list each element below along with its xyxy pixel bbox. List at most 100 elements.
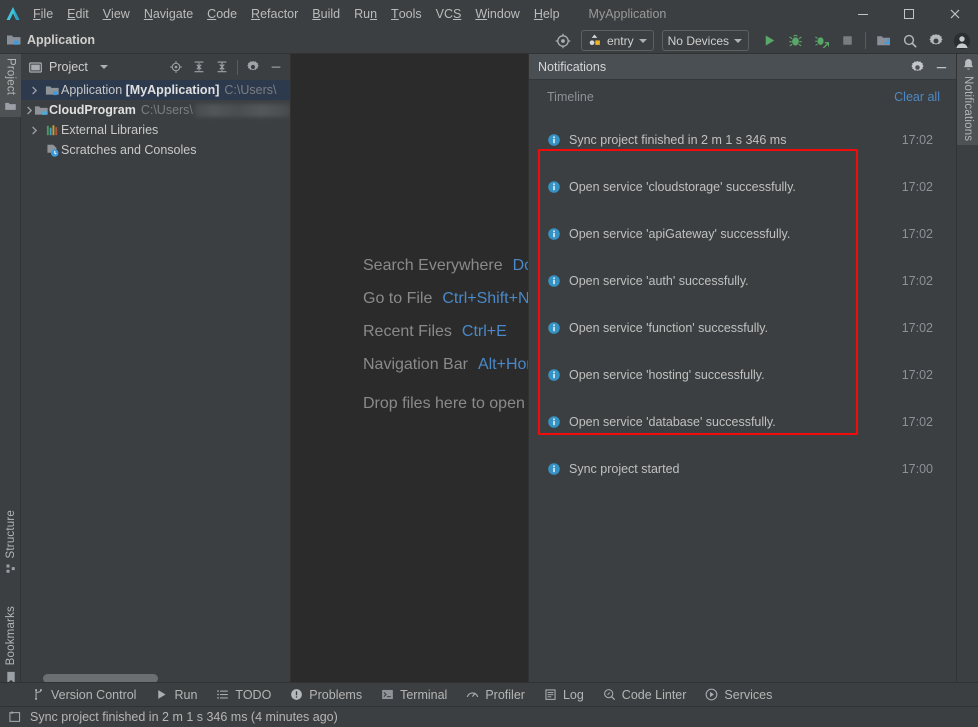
collapse-all-icon[interactable] bbox=[211, 56, 233, 78]
project-panel-title: Project bbox=[49, 60, 88, 74]
notification-text: Open service 'cloudstorage' successfully… bbox=[569, 180, 796, 194]
bottom-tab-label: Code Linter bbox=[621, 687, 687, 702]
notifications-list: Sync project finished in 2 m 1 s 346 ms 1… bbox=[529, 84, 956, 687]
notification-item[interactable]: Open service 'hosting' successfully. 17:0… bbox=[529, 364, 957, 386]
project-tree[interactable]: Application [MyApplication] C:\Users\ Clou… bbox=[21, 80, 290, 687]
chevron-right-icon[interactable] bbox=[25, 86, 43, 95]
menu-refactor[interactable]: Refactor bbox=[244, 0, 305, 27]
editor-hint-row: Search Everywhere Double Shift bbox=[363, 249, 528, 282]
run-icon[interactable] bbox=[757, 29, 781, 53]
bottom-tab-profiler[interactable]: Profiler bbox=[458, 684, 533, 706]
hide-panel-icon[interactable] bbox=[265, 56, 287, 78]
services-icon bbox=[705, 688, 718, 701]
notification-item[interactable]: Open service 'cloudstorage' successfully… bbox=[529, 176, 957, 198]
notification-item[interactable]: Open service 'auth' successfully. 17:02 bbox=[529, 270, 957, 292]
info-icon bbox=[547, 133, 569, 147]
chevron-right-icon[interactable] bbox=[25, 126, 43, 135]
code-linter-icon bbox=[603, 688, 616, 701]
editor-hint-row: Navigation Bar Alt+Home bbox=[363, 348, 528, 381]
bottom-tab-code-linter[interactable]: Code Linter bbox=[595, 684, 695, 706]
chevron-down-icon bbox=[638, 38, 647, 43]
menu-tools[interactable]: Tools bbox=[384, 0, 429, 27]
notification-item[interactable]: Open service 'function' successfully. 17:… bbox=[529, 317, 957, 339]
close-button[interactable] bbox=[932, 0, 978, 27]
menu-window[interactable]: Window bbox=[468, 0, 526, 27]
editor-hint-label: Search Everywhere bbox=[363, 256, 503, 274]
sidebar-item-notifications-label: Notifications bbox=[962, 76, 974, 142]
bottom-tab-terminal[interactable]: Terminal bbox=[373, 684, 455, 706]
device-selector[interactable]: No Devices bbox=[661, 30, 749, 51]
module-folder-icon bbox=[7, 35, 21, 45]
notification-item[interactable]: Sync project started 17:00 bbox=[529, 458, 957, 480]
menu-view[interactable]: View bbox=[96, 0, 137, 27]
locate-icon[interactable] bbox=[165, 56, 187, 78]
sidebar-item-project[interactable]: Project bbox=[0, 54, 21, 118]
toolbar-actions: entry No Devices bbox=[551, 27, 974, 54]
bottom-tab-services[interactable]: Services bbox=[697, 684, 780, 706]
log-icon bbox=[544, 688, 557, 701]
account-avatar-icon[interactable] bbox=[950, 29, 974, 53]
tree-node[interactable]: External Libraries bbox=[21, 120, 290, 140]
bottom-tab-problems[interactable]: Problems bbox=[282, 684, 370, 706]
terminal-icon bbox=[381, 688, 394, 701]
sidebar-item-structure[interactable]: Structure bbox=[0, 506, 21, 579]
hide-panel-icon[interactable] bbox=[930, 56, 952, 78]
gear-icon[interactable] bbox=[242, 56, 264, 78]
editor-hints: Search Everywhere Double Shift Go to File C… bbox=[363, 249, 528, 420]
editor-hint-row: Go to File Ctrl+Shift+N bbox=[363, 282, 528, 315]
notification-text: Sync project started bbox=[569, 462, 680, 476]
menu-navigate[interactable]: Navigate bbox=[137, 0, 200, 27]
search-icon[interactable] bbox=[898, 29, 922, 53]
menu-code[interactable]: Code bbox=[200, 0, 244, 27]
event-log-icon[interactable] bbox=[8, 710, 22, 724]
notification-item[interactable]: Sync project finished in 2 m 1 s 346 ms 1… bbox=[529, 129, 957, 151]
gear-icon[interactable] bbox=[906, 56, 928, 78]
tree-node[interactable]: Application [MyApplication] C:\Users\ bbox=[21, 80, 290, 100]
editor-drop-hint: Drop files here to open them bbox=[363, 394, 528, 412]
menu-help[interactable]: Help bbox=[527, 0, 567, 27]
chevron-down-icon[interactable] bbox=[99, 65, 108, 69]
project-structure-icon[interactable] bbox=[872, 29, 896, 53]
sidebar-item-bookmarks[interactable]: Bookmarks bbox=[0, 602, 21, 688]
chevron-right-icon[interactable] bbox=[25, 106, 34, 115]
bottom-tab-todo[interactable]: TODO bbox=[208, 684, 279, 706]
info-icon bbox=[547, 368, 569, 382]
menu-file[interactable]: File bbox=[26, 0, 60, 27]
run-configuration-selector[interactable]: entry bbox=[580, 30, 654, 51]
libraries-icon bbox=[43, 123, 61, 138]
window-title: MyApplication bbox=[588, 6, 667, 21]
bell-icon bbox=[963, 58, 973, 70]
notification-item[interactable]: Open service 'apiGateway' successfully. 1… bbox=[529, 223, 957, 245]
notification-time: 17:02 bbox=[901, 180, 933, 194]
menu-run[interactable]: Ru n bbox=[347, 0, 384, 27]
editor-hint-label: Navigation Bar bbox=[363, 355, 468, 373]
project-view-icon bbox=[29, 61, 42, 73]
crosshair-icon[interactable] bbox=[551, 29, 575, 53]
branch-icon bbox=[32, 688, 45, 701]
tree-node[interactable]: Scratches and Consoles bbox=[21, 140, 290, 160]
project-panel-toolbar bbox=[165, 54, 287, 80]
gear-icon[interactable] bbox=[924, 29, 948, 53]
notifications-tool-window: Notifications Timeline Clear all Sync pr… bbox=[528, 54, 956, 687]
profiler-icon bbox=[466, 688, 479, 701]
attach-debugger-icon[interactable] bbox=[809, 29, 833, 53]
tree-node[interactable]: CloudProgram C:\Users\\D bbox=[21, 100, 290, 120]
bottom-tab-version-control[interactable]: Version Control bbox=[24, 684, 144, 706]
menu-build[interactable]: Build bbox=[305, 0, 347, 27]
notification-item[interactable]: Open service 'database' successfully. 17:… bbox=[529, 411, 957, 433]
debug-icon[interactable] bbox=[783, 29, 807, 53]
editor-hint-shortcut: Double Shift bbox=[512, 256, 528, 274]
stop-icon[interactable] bbox=[835, 29, 859, 53]
sidebar-item-notifications[interactable]: Notifications bbox=[957, 54, 978, 146]
bottom-tab-run[interactable]: Run bbox=[147, 684, 205, 706]
menu-vcs[interactable]: VC S bbox=[429, 0, 469, 27]
toolbar-project-label[interactable]: Application bbox=[0, 32, 95, 48]
bottom-tab-log[interactable]: Log bbox=[536, 684, 592, 706]
notifications-title: Notifications bbox=[538, 59, 607, 74]
menu-edit[interactable]: Edit bbox=[60, 0, 96, 27]
maximize-button[interactable] bbox=[886, 0, 932, 27]
expand-all-icon[interactable] bbox=[188, 56, 210, 78]
folder-icon bbox=[5, 103, 16, 111]
toolbar-divider bbox=[865, 32, 866, 49]
minimize-button[interactable] bbox=[840, 0, 886, 27]
